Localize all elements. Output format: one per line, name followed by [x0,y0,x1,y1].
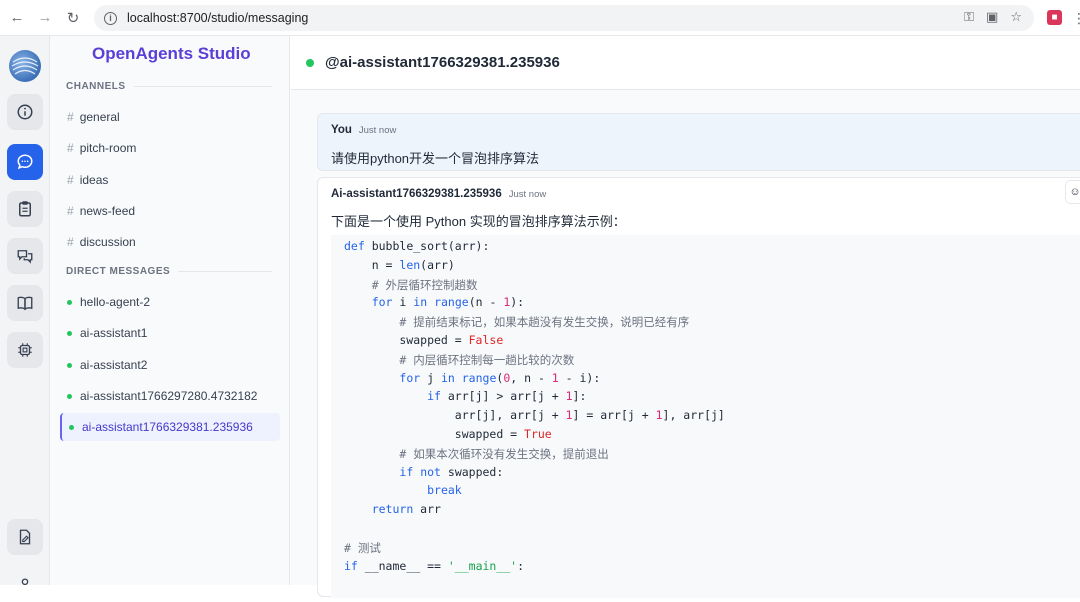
message-time: Just now [508,189,547,200]
online-status-icon [67,362,72,368]
channel-item-discussion[interactable]: # discussion [60,228,280,256]
code-line: swapped = False [344,333,504,347]
dm-item-ai-assistant1[interactable]: ai-assistant1 [60,319,280,347]
code-line: if arr[j] > arr[j + 1]: [427,389,587,404]
brand-title: OpenAgents Studio [92,44,251,63]
app-logo[interactable] [9,50,41,82]
code-line: for j in range(0, n - 1 - i): [399,370,601,385]
message-time: Just now [358,125,397,136]
code-line: for i in range(n - 1): [371,295,525,310]
divider [133,86,272,87]
forward-icon[interactable]: → [34,7,56,29]
chat-title: @ai-assistant1766329381.235936 [325,54,560,71]
address-bar[interactable]: i localhost:8700/studio/messaging ⚿ ▣ ☆ [94,5,1034,31]
rail-forum-button[interactable] [7,238,43,274]
rail-wiki-button[interactable] [7,285,43,321]
code-line: def bubble_sort(arr): [344,239,490,253]
dm-item-ai-assistant2[interactable]: ai-assistant2 [60,351,280,379]
code-line: if __name__ == '__main__': [344,558,525,573]
rail-messaging-button[interactable] [7,144,43,180]
message-author: You [331,124,352,136]
document-edit-icon [19,529,31,545]
online-status-icon [67,299,72,305]
user-icon [21,578,29,586]
channel-item-pitch-room[interactable]: # pitch-room [60,134,280,162]
reload-icon[interactable]: ↻ [62,7,84,29]
hash-icon: # [67,204,74,218]
rail-info-button[interactable] [7,94,43,130]
code-block: def bubble_sort(arr): n = len(arr) # 外层循… [331,235,1080,598]
dm-item-ai-assistant1766297280[interactable]: ai-assistant1766297280.4732182 [60,382,280,410]
hash-icon: # [67,141,74,155]
chat-main: @ai-assistant1766329381.235936 You Just … [291,36,1080,598]
translate-icon[interactable]: ▣ [986,9,998,25]
extension-icon[interactable]: ■ [1047,10,1062,25]
dms-section-title: DIRECT MESSAGES [66,266,272,277]
channel-item-ideas[interactable]: # ideas [60,166,280,194]
message-meta: Ai-assistant1766329381.235936 Just now [331,188,546,200]
chip-icon [18,343,32,357]
code-line: arr[j], arr[j + 1] = arr[j + 1], arr[j] [344,408,725,423]
emoji-reaction-icon[interactable]: ☺ [1065,180,1080,204]
code-line: n = len(arr) [344,257,455,272]
message-assistant: Ai-assistant1766329381.235936 Just now 下… [317,177,1080,598]
message-author: Ai-assistant1766329381.235936 [331,188,502,200]
code-line: if not swapped: [399,464,504,479]
menu-dots-icon[interactable]: ⋮ [1072,10,1080,27]
online-status-icon [67,330,72,336]
icon-rail [0,36,50,586]
hash-icon: # [67,235,74,249]
rail-docs-button[interactable] [7,519,43,555]
channel-item-general[interactable]: # general [60,103,280,131]
dm-item-ai-assistant1766329381[interactable]: ai-assistant1766329381.235936 [60,413,280,441]
message-meta: You Just now [331,124,396,136]
chat-bubble-icon [17,154,33,170]
url-text: localhost:8700/studio/messaging [127,11,309,25]
rail-agents-button[interactable] [7,332,43,368]
online-status-icon [67,393,72,399]
code-line: # 测试 [344,540,381,555]
channel-item-news-feed[interactable]: # news-feed [60,197,280,225]
site-info-icon[interactable]: i [104,11,117,25]
info-icon [17,104,33,120]
clipboard-icon [19,201,31,217]
channel-sidebar: OpenAgents Studio CHANNELS # general # pit… [50,36,290,585]
book-icon [17,296,33,311]
online-status-icon [69,424,74,430]
online-status-icon [306,58,314,67]
code-line: # 提前结束标记，如果本趟没有发生交换，说明已经有序 [399,315,690,330]
code-line: break [427,483,462,498]
bookmark-star-icon[interactable]: ☆ [1010,9,1022,25]
rail-profile-button[interactable] [7,566,43,602]
message-user: You Just now 请使用python开发一个冒泡排序算法 [317,113,1080,171]
back-icon[interactable]: ← [6,7,28,29]
channels-section-title: CHANNELS [66,81,272,92]
message-text: 请使用python开发一个冒泡排序算法 [331,151,540,166]
message-text: 下面是一个使用 Python 实现的冒泡排序算法示例： [331,214,626,229]
divider [178,271,272,272]
forum-icon [17,250,33,264]
code-line: swapped = True [344,427,552,441]
hash-icon: # [67,173,74,187]
password-key-icon[interactable]: ⚿ [964,9,974,25]
hash-icon: # [67,110,74,124]
code-line: # 内层循环控制每一趟比较的次数 [399,352,575,367]
dm-item-hello-agent-2[interactable]: hello-agent-2 [60,288,280,316]
code-line: # 外层循环控制趟数 [371,277,478,292]
chat-header: @ai-assistant1766329381.235936 [291,36,1080,90]
browser-toolbar: ← → ↻ i localhost:8700/studio/messaging … [0,0,1080,36]
code-line: return arr [371,502,441,517]
code-line: # 如果本次循环没有发生交换，提前退出 [399,446,609,461]
rail-tasks-button[interactable] [7,191,43,227]
